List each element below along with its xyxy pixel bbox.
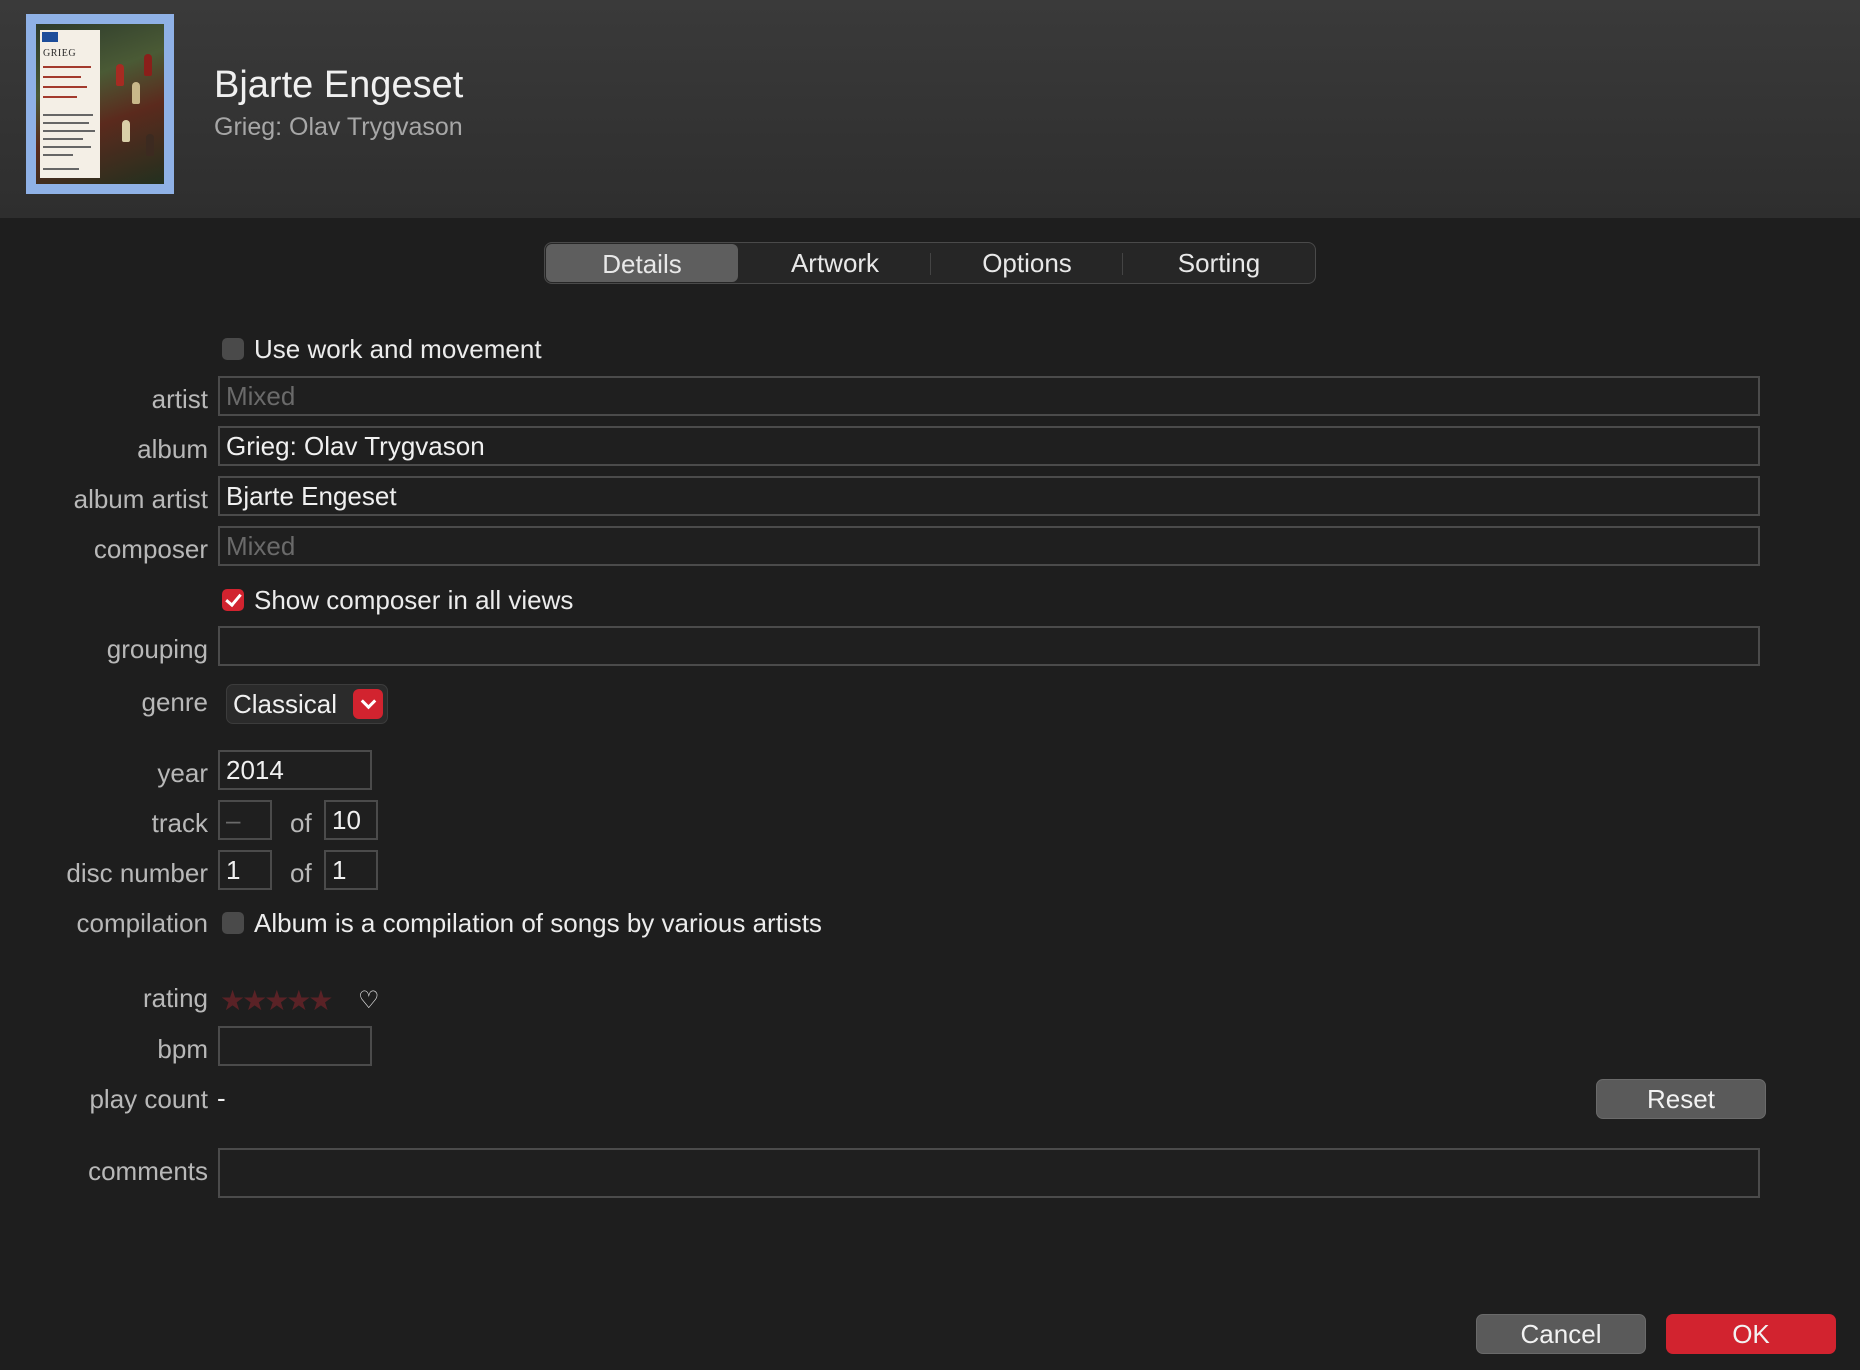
album-label: album: [137, 434, 208, 464]
disc-of-label: of: [290, 858, 312, 888]
artwork-image: GRIEG: [36, 24, 164, 184]
tab-sorting[interactable]: Sorting: [1123, 243, 1315, 283]
compilation-label: compilation: [76, 908, 208, 938]
artwork-text-line: [43, 122, 89, 124]
tab-artwork-label: Artwork: [790, 248, 880, 278]
track-of-label: of: [290, 808, 312, 838]
album-artwork[interactable]: GRIEG: [26, 14, 174, 194]
artwork-text-line: [43, 138, 83, 140]
rating-label: rating: [142, 983, 208, 1013]
disc-number-label: disc number: [66, 858, 208, 888]
composer-field[interactable]: Mixed: [218, 526, 1760, 566]
header: GRIEG Bjarte Engeset Grieg: Olav Trygvas…: [0, 0, 1860, 218]
tab-artwork[interactable]: Artwork: [739, 243, 931, 283]
play-count-label: play count: [89, 1084, 208, 1114]
track-number-field[interactable]: –: [218, 800, 272, 840]
chevron-down-icon: [353, 689, 383, 719]
artwork-figure: [144, 54, 152, 76]
tab-options[interactable]: Options: [931, 243, 1123, 283]
track-total-field[interactable]: 10: [324, 800, 378, 840]
play-count-value: -: [217, 1083, 226, 1113]
disc-total-field[interactable]: 1: [324, 850, 378, 890]
genre-value: Classical: [233, 689, 338, 719]
artwork-text-line: [43, 96, 77, 98]
composer-label: composer: [93, 534, 208, 564]
album-artist-field[interactable]: Bjarte Engeset: [218, 476, 1760, 516]
compilation-text: Album is a compilation of songs by vario…: [254, 908, 822, 938]
reset-button[interactable]: Reset: [1596, 1079, 1766, 1119]
year-field[interactable]: 2014: [218, 750, 372, 790]
artwork-cover-panel: GRIEG: [40, 30, 100, 178]
tab-options-label: Options: [982, 248, 1072, 278]
album-artist-label: album artist: [73, 484, 208, 514]
label-logo-icon: [42, 32, 58, 42]
artwork-figure: [116, 64, 124, 86]
disc-number-field[interactable]: 1: [218, 850, 272, 890]
grouping-label: grouping: [106, 634, 208, 664]
artwork-text-line: [43, 86, 87, 88]
artwork-text-line: [43, 168, 79, 170]
genre-select[interactable]: Classical: [226, 684, 388, 724]
artwork-text-line: [43, 146, 91, 148]
use-work-label: Use work and movement: [254, 334, 542, 364]
album-subtitle: Grieg: Olav Trygvason: [214, 113, 463, 141]
use-work-checkbox[interactable]: [222, 338, 244, 360]
genre-label: genre: [141, 687, 209, 717]
track-label: track: [151, 808, 208, 838]
artwork-text-line: [43, 76, 81, 78]
cancel-button[interactable]: Cancel: [1476, 1314, 1646, 1354]
artist-field[interactable]: Mixed: [218, 376, 1760, 416]
track-title: Bjarte Engeset: [214, 64, 464, 106]
artwork-figure: [122, 120, 130, 142]
compilation-checkbox[interactable]: [222, 912, 244, 934]
bpm-label: bpm: [157, 1034, 208, 1064]
show-composer-checkbox[interactable]: [222, 589, 244, 611]
artwork-text-line: [43, 130, 95, 132]
comments-label: comments: [88, 1156, 208, 1186]
artwork-text-line: [43, 66, 91, 68]
ok-button[interactable]: OK: [1666, 1314, 1836, 1354]
artwork-text-line: [43, 114, 93, 116]
heart-icon[interactable]: ♡: [358, 986, 380, 1015]
tab-details[interactable]: Details: [546, 244, 738, 282]
artwork-cover-title: GRIEG: [43, 48, 77, 59]
album-field[interactable]: Grieg: Olav Trygvason: [218, 426, 1760, 466]
year-label: year: [157, 758, 208, 788]
artwork-text-line: [43, 154, 73, 156]
comments-field[interactable]: [218, 1148, 1760, 1198]
artist-label: artist: [151, 384, 208, 414]
grouping-field[interactable]: [218, 626, 1760, 666]
show-composer-label: Show composer in all views: [254, 585, 574, 615]
artwork-figure: [132, 82, 140, 104]
artwork-figure: [146, 134, 154, 156]
star-rating[interactable]: ★★★★★: [220, 984, 334, 1017]
bpm-field[interactable]: [218, 1026, 372, 1066]
tab-bar: Details Artwork Options Sorting: [544, 242, 1316, 284]
